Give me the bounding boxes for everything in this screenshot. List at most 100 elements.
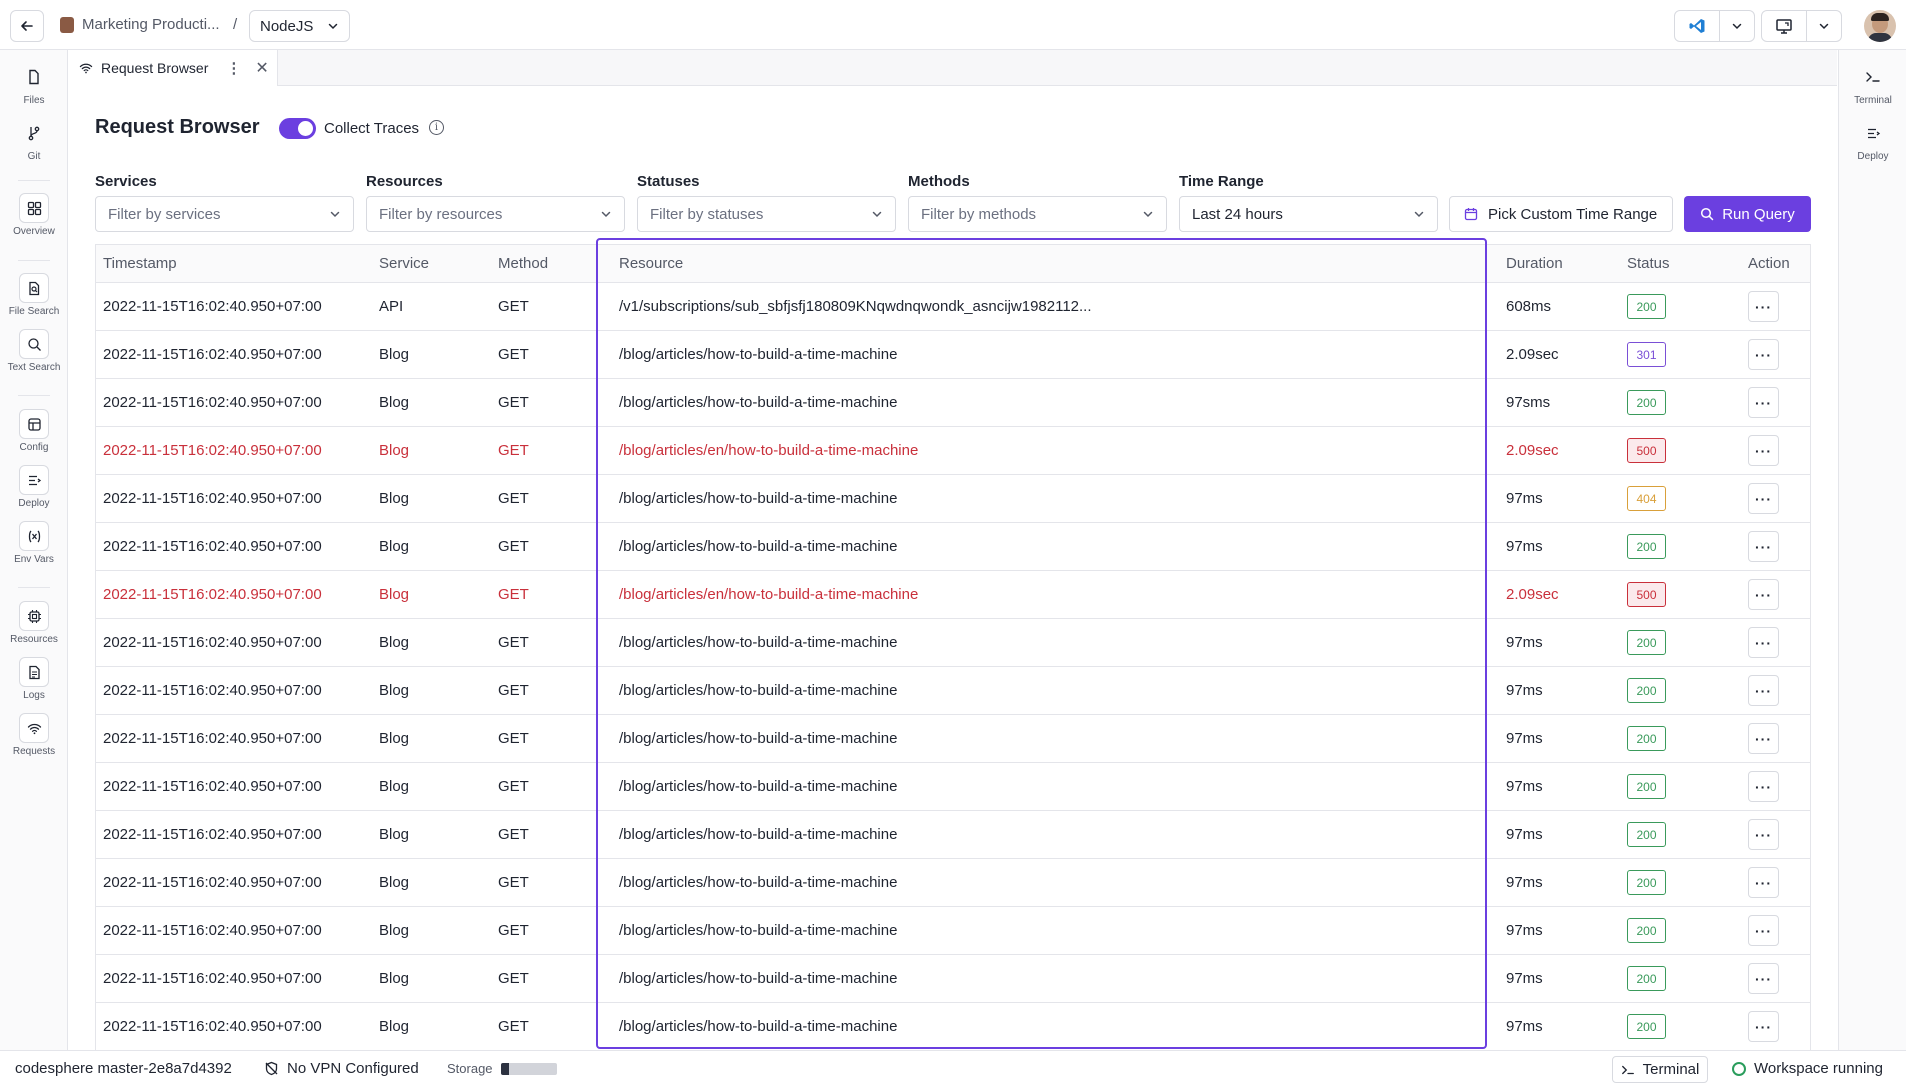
sidebar-divider — [18, 587, 50, 588]
more-horizontal-icon[interactable]: ··· — [1748, 819, 1779, 850]
more-horizontal-icon[interactable]: ··· — [1748, 627, 1779, 658]
methods-select[interactable]: Filter by methods — [908, 196, 1167, 232]
status-badge: 200 — [1627, 390, 1666, 415]
vscode-dropdown[interactable] — [1719, 10, 1755, 42]
environment-select[interactable]: NodeJS — [249, 10, 350, 42]
more-horizontal-icon[interactable]: ··· — [1748, 483, 1779, 514]
cell-action: ··· — [1748, 571, 1808, 618]
sidebar-item-overview[interactable]: Overview — [0, 193, 68, 237]
cell-status: 200 — [1627, 763, 1707, 810]
column-header-method[interactable]: Method — [498, 245, 578, 282]
more-horizontal-icon[interactable]: ··· — [1748, 915, 1779, 946]
table-row[interactable]: 2022-11-15T16:02:40.950+07:00 Blog GET/blo… — [96, 475, 1810, 523]
table-row[interactable]: 2022-11-15T16:02:40.950+07:00 Blog GET/blo… — [96, 859, 1810, 907]
more-horizontal-icon[interactable]: ··· — [1748, 723, 1779, 754]
user-avatar[interactable] — [1864, 10, 1896, 42]
cell-timestamp: 2022-11-15T16:02:40.950+07:00 — [103, 922, 322, 939]
cell-action: ··· — [1748, 763, 1808, 810]
table-row[interactable]: 2022-11-15T16:02:40.950+07:00 API GET/v1/s… — [96, 283, 1810, 331]
sidebar-item-files[interactable]: Files — [0, 62, 68, 106]
close-icon[interactable]: ✕ — [255, 58, 268, 78]
column-header-service[interactable]: Service — [379, 245, 479, 282]
pick-custom-time-range-button[interactable]: Pick Custom Time Range — [1449, 196, 1673, 232]
git-branch-status[interactable]: codesphere master-2e8a7d4392 — [15, 1060, 232, 1077]
deploy-icon — [1867, 128, 1880, 138]
breadcrumb-project[interactable]: Marketing Producti... — [60, 16, 220, 33]
table-row[interactable]: 2022-11-15T16:02:40.950+07:00 Blog GET/blo… — [96, 331, 1810, 379]
status-badge: 301 — [1627, 342, 1666, 367]
column-header-status[interactable]: Status — [1627, 245, 1707, 282]
sidebar-item-deploy[interactable]: Deploy — [0, 465, 68, 509]
cell-duration: 97ms — [1506, 682, 1543, 699]
preview-button[interactable] — [1761, 10, 1807, 42]
cell-method: GET — [498, 634, 529, 651]
collect-traces-toggle[interactable] — [279, 118, 316, 139]
sidebar-item-config[interactable]: Config — [0, 409, 68, 453]
table-row[interactable]: 2022-11-15T16:02:40.950+07:00 Blog GET/blo… — [96, 523, 1810, 571]
sidebar-item-label: Deploy — [18, 498, 50, 509]
column-header-resource[interactable]: Resource — [619, 245, 1569, 282]
table-row[interactable]: 2022-11-15T16:02:40.950+07:00 Blog GET/blo… — [96, 1003, 1810, 1050]
sidebar-item-terminal[interactable]: Terminal — [1839, 62, 1906, 106]
table-row[interactable]: 2022-11-15T16:02:40.950+07:00 Blog GET/blo… — [96, 955, 1810, 1003]
more-horizontal-icon[interactable]: ··· — [1748, 387, 1779, 418]
more-vertical-icon[interactable]: ⋮ — [226, 59, 241, 77]
more-horizontal-icon[interactable]: ··· — [1748, 771, 1779, 802]
cell-timestamp: 2022-11-15T16:02:40.950+07:00 — [103, 490, 322, 507]
tab-request-browser[interactable]: Request Browser ⋮ ✕ — [69, 50, 278, 86]
more-horizontal-icon[interactable]: ··· — [1748, 435, 1779, 466]
table-row[interactable]: 2022-11-15T16:02:40.950+07:00 Blog GET/blo… — [96, 667, 1810, 715]
more-horizontal-icon[interactable]: ··· — [1748, 339, 1779, 370]
vpn-status[interactable]: No VPN Configured — [264, 1060, 419, 1077]
more-horizontal-icon[interactable]: ··· — [1748, 291, 1779, 322]
cell-status: 200 — [1627, 811, 1707, 858]
shield-off-icon — [265, 1061, 278, 1076]
table-row[interactable]: 2022-11-15T16:02:40.950+07:00 Blog GET/blo… — [96, 715, 1810, 763]
more-horizontal-icon[interactable]: ··· — [1748, 579, 1779, 610]
vscode-button[interactable] — [1674, 10, 1720, 42]
sidebar-item-resources[interactable]: Resources — [0, 601, 68, 645]
cell-duration: 2.09sec — [1506, 442, 1559, 459]
more-horizontal-icon[interactable]: ··· — [1748, 675, 1779, 706]
run-query-button[interactable]: Run Query — [1684, 196, 1811, 232]
storage-indicator[interactable]: Storage — [447, 1061, 557, 1076]
cell-service: Blog — [379, 970, 410, 987]
table-row[interactable]: 2022-11-15T16:02:40.950+07:00 Blog GET/blo… — [96, 427, 1810, 475]
sidebar-item-git[interactable]: Git — [0, 118, 68, 162]
workspace-status[interactable]: Workspace running — [1732, 1060, 1883, 1077]
sidebar-divider — [18, 260, 50, 261]
more-horizontal-icon[interactable]: ··· — [1748, 867, 1779, 898]
more-horizontal-icon[interactable]: ··· — [1748, 531, 1779, 562]
sidebar-item-text-search[interactable]: Text Search — [0, 329, 68, 373]
cell-duration: 608ms — [1506, 298, 1552, 315]
table-row[interactable]: 2022-11-15T16:02:40.950+07:00 Blog GET/blo… — [96, 571, 1810, 619]
back-button[interactable] — [10, 10, 44, 42]
monitor-icon — [1776, 19, 1792, 34]
table-row[interactable]: 2022-11-15T16:02:40.950+07:00 Blog GET/blo… — [96, 619, 1810, 667]
column-header-duration[interactable]: Duration — [1506, 245, 1616, 282]
cell-timestamp: 2022-11-15T16:02:40.950+07:00 — [103, 970, 322, 987]
services-label: Services — [95, 173, 157, 190]
sidebar-item-logs[interactable]: Logs — [0, 657, 68, 701]
file-icon — [29, 69, 39, 85]
more-horizontal-icon[interactable]: ··· — [1748, 963, 1779, 994]
more-horizontal-icon[interactable]: ··· — [1748, 1011, 1779, 1042]
services-select[interactable]: Filter by services — [95, 196, 354, 232]
cell-resource: /blog/articles/how-to-build-a-time-machi… — [619, 682, 898, 699]
sidebar-item-env-vars[interactable]: Env Vars — [0, 521, 68, 565]
terminal-button[interactable]: Terminal — [1612, 1056, 1708, 1083]
table-row[interactable]: 2022-11-15T16:02:40.950+07:00 Blog GET/blo… — [96, 907, 1810, 955]
time-range-select[interactable]: Last 24 hours — [1179, 196, 1438, 232]
table-row[interactable]: 2022-11-15T16:02:40.950+07:00 Blog GET/blo… — [96, 379, 1810, 427]
cell-resource: /blog/articles/how-to-build-a-time-machi… — [619, 1018, 898, 1035]
statuses-select[interactable]: Filter by statuses — [637, 196, 896, 232]
sidebar-item-file-search[interactable]: File Search — [0, 273, 68, 317]
table-row[interactable]: 2022-11-15T16:02:40.950+07:00 Blog GET/blo… — [96, 763, 1810, 811]
preview-dropdown[interactable] — [1806, 10, 1842, 42]
table-row[interactable]: 2022-11-15T16:02:40.950+07:00 Blog GET/blo… — [96, 811, 1810, 859]
sidebar-item-requests[interactable]: Requests — [0, 713, 68, 757]
column-header-timestamp[interactable]: Timestamp — [103, 245, 363, 282]
info-icon[interactable]: i — [429, 120, 444, 135]
resources-select[interactable]: Filter by resources — [366, 196, 625, 232]
sidebar-item-deploy-right[interactable]: Deploy — [1839, 118, 1906, 162]
